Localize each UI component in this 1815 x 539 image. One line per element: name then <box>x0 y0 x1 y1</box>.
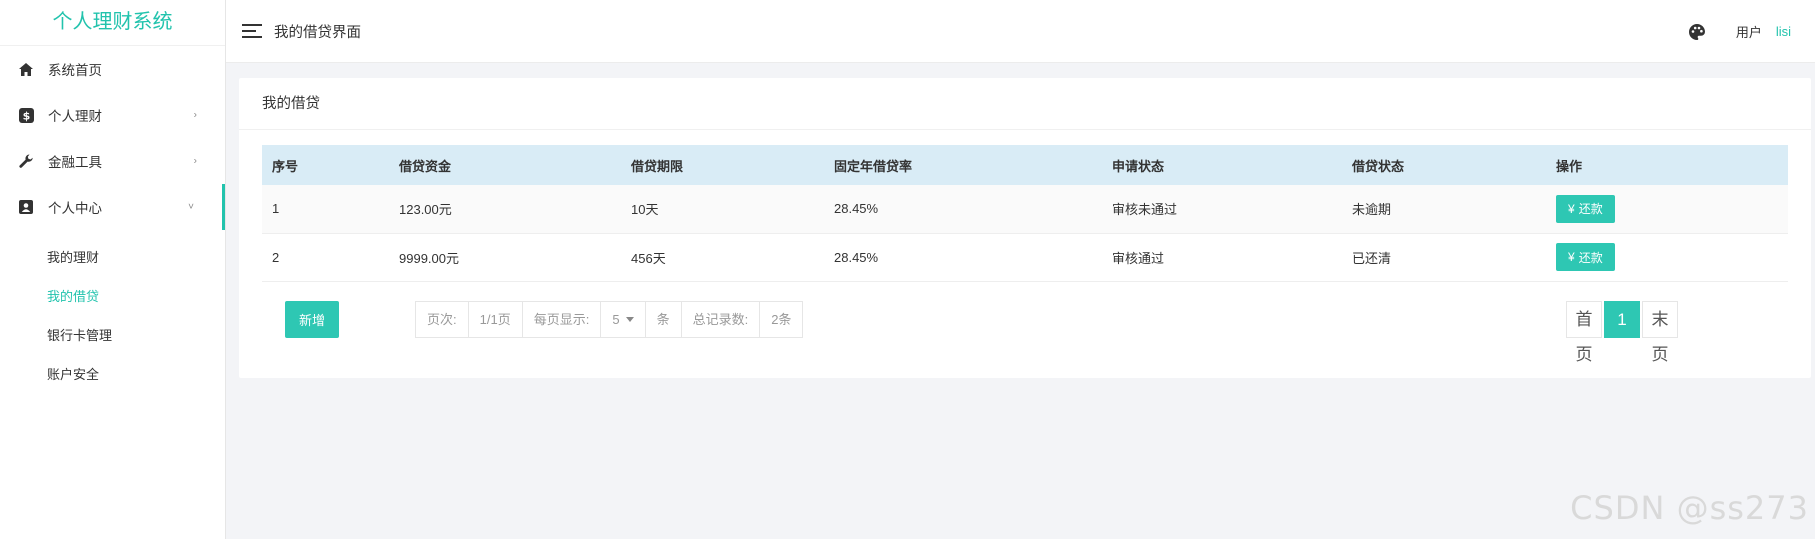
card-title: 我的借贷 <box>239 78 1811 130</box>
id-card-icon <box>18 199 34 215</box>
top-header: 我的借贷界面 用户 lisi <box>226 0 1815 63</box>
sidebar-item-label: 个人中心 <box>48 201 102 216</box>
dollar-icon: $ <box>18 107 34 123</box>
chevron-right-icon: › <box>193 109 197 121</box>
table-header-row: 序号 借贷资金 借贷期限 固定年借贷率 申请状态 借贷状态 操作 <box>262 145 1788 185</box>
loans-table: 序号 借贷资金 借贷期限 固定年借贷率 申请状态 借贷状态 操作 1 123.0… <box>262 145 1788 282</box>
watermark: CSDN @ss273 <box>1570 489 1809 527</box>
repay-button-label: 还款 <box>1578 202 1603 217</box>
column-header: 借贷期限 <box>621 145 824 185</box>
personal-center-submenu: 我的理财 我的借贷 银行卡管理 账户安全 <box>0 230 225 394</box>
last-page-button[interactable]: 末页 <box>1642 301 1678 364</box>
sidebar-subitem-account-security[interactable]: 账户安全 <box>0 355 225 394</box>
sidebar: 个人理财系统 系统首页 $ 个人理财 › 金融工具 › 个人中心 ˅ 我的理财 … <box>0 0 226 539</box>
sidebar-item-label: 系统首页 <box>48 63 102 78</box>
repay-button[interactable]: ¥ 还款 <box>1556 194 1615 223</box>
cell-amount: 9999.00元 <box>389 233 621 282</box>
sidebar-item-finance[interactable]: $ 个人理财 › <box>0 92 225 138</box>
wrench-icon <box>18 153 34 169</box>
page-size-label: 每页显示: <box>523 302 602 337</box>
repay-button-label: 还款 <box>1578 250 1603 265</box>
page-size-value: 5 <box>612 312 620 327</box>
column-header: 固定年借贷率 <box>824 145 1102 185</box>
cell-loan-status: 已还清 <box>1342 233 1546 282</box>
user-label: 用户 <box>1735 25 1762 40</box>
cell-loan-status: 未逾期 <box>1342 185 1546 234</box>
column-header: 借贷状态 <box>1342 145 1546 185</box>
yen-icon: ¥ <box>1568 201 1575 216</box>
palette-icon[interactable] <box>1688 23 1706 41</box>
sidebar-item-personal-center[interactable]: 个人中心 ˅ <box>0 184 225 230</box>
sidebar-subitem-bank-cards[interactable]: 银行卡管理 <box>0 316 225 355</box>
cell-term: 456天 <box>621 233 824 282</box>
cell-term: 10天 <box>621 185 824 234</box>
yen-icon: ¥ <box>1568 250 1575 264</box>
page-title: 我的借贷界面 <box>274 24 361 41</box>
app-title: 个人理财系统 <box>0 0 225 46</box>
sidebar-item-label: 个人理财 <box>48 109 102 124</box>
page-size-select[interactable]: 5 <box>601 302 646 337</box>
repay-button[interactable]: ¥ 还款 <box>1556 243 1615 271</box>
cell-id: 2 <box>262 233 389 282</box>
total-label: 总记录数: <box>682 302 761 337</box>
pagination: 首页 1 末页 <box>1566 301 1678 364</box>
sidebar-item-tools[interactable]: 金融工具 › <box>0 138 225 184</box>
cell-id: 1 <box>262 185 389 234</box>
cell-amount: 123.00元 <box>389 185 621 234</box>
caret-down-icon <box>625 317 634 322</box>
chevron-right-icon: › <box>193 155 197 167</box>
page-1-button[interactable]: 1 <box>1604 301 1640 338</box>
chevron-down-icon: ˅ <box>188 201 194 213</box>
sidebar-item-home[interactable]: 系统首页 <box>0 46 225 92</box>
cell-rate: 28.45% <box>824 233 1102 282</box>
total-value: 2条 <box>771 312 792 327</box>
user-name-link[interactable]: lisi <box>1776 24 1791 39</box>
table-row: 1 123.00元 10天 28.45% 审核未通过 未逾期 ¥ 还款 <box>262 185 1788 234</box>
cell-rate: 28.45% <box>824 185 1102 234</box>
column-header: 操作 <box>1546 145 1788 185</box>
column-header: 借贷资金 <box>389 145 621 185</box>
column-header: 序号 <box>262 145 389 185</box>
column-header: 申请状态 <box>1102 145 1342 185</box>
page-label: 页次: <box>416 302 469 337</box>
home-icon <box>18 61 34 77</box>
cell-action: ¥ 还款 <box>1546 233 1788 282</box>
sidebar-subitem-my-finance[interactable]: 我的理财 <box>0 238 225 277</box>
add-loan-button[interactable]: 新增 <box>285 301 339 338</box>
header-right: 用户 lisi <box>1688 0 1791 63</box>
table-row: 2 9999.00元 456天 28.45% 审核通过 已还清 ¥ 还款 <box>262 233 1788 282</box>
sidebar-item-label: 金融工具 <box>48 155 102 170</box>
sidebar-subitem-my-loans[interactable]: 我的借贷 <box>0 277 225 316</box>
svg-text:$: $ <box>22 109 30 122</box>
page-size-unit: 条 <box>646 302 682 337</box>
pagination-info: 页次: 1/1页 每页显示: 5 条 总记录数: 2条 <box>415 301 804 338</box>
cell-apply-status: 审核未通过 <box>1102 185 1342 234</box>
cell-apply-status: 审核通过 <box>1102 233 1342 282</box>
first-page-button[interactable]: 首页 <box>1566 301 1602 364</box>
menu-toggle-icon[interactable] <box>242 23 264 39</box>
loans-card: 我的借贷 序号 借贷资金 借贷期限 固定年借贷率 申请状态 借贷状态 操作 1 … <box>239 78 1811 378</box>
page-value: 1/1页 <box>469 302 523 337</box>
cell-action: ¥ 还款 <box>1546 185 1788 234</box>
